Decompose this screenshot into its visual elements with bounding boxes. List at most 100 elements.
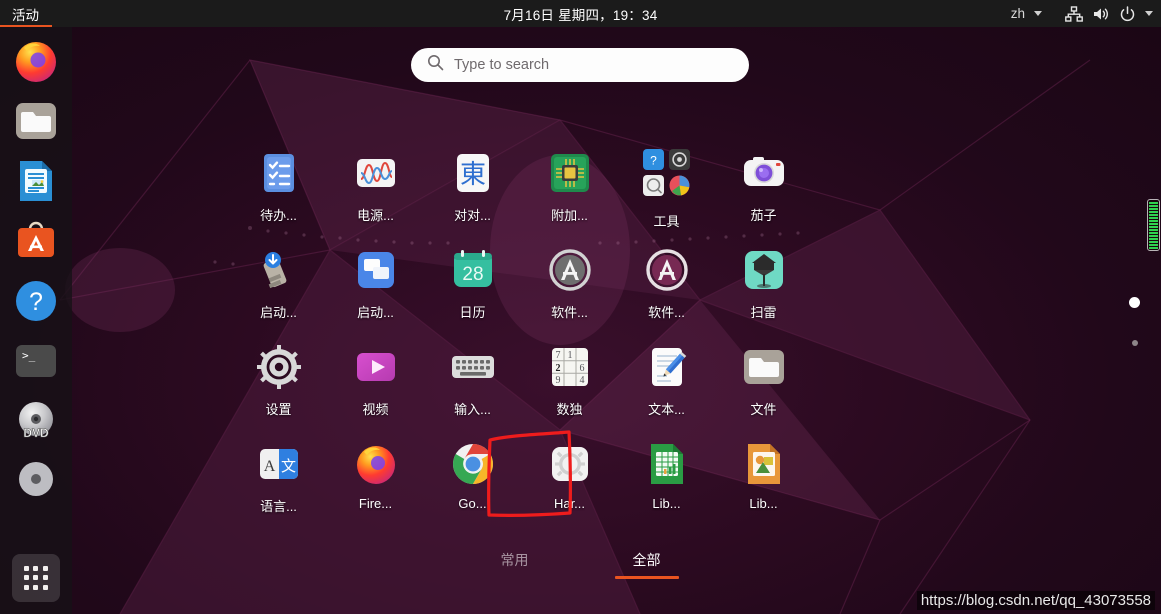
svg-text:東: 東 [459, 160, 485, 190]
app-translator[interactable]: A 文 语言... [230, 434, 327, 531]
svg-text:A: A [263, 458, 275, 475]
app-grid-tabs: 常用 全部 [0, 548, 1161, 579]
svg-text:?: ? [650, 154, 657, 168]
network-icon[interactable] [1065, 5, 1083, 22]
svg-text:>_: >_ [22, 349, 36, 362]
software-a-grey-icon [546, 246, 594, 294]
app-google-chrome[interactable]: Go... [424, 434, 521, 531]
dock-item-ubuntu-software[interactable] [12, 217, 60, 265]
pencil-document-icon [643, 343, 691, 391]
help-icon: ? [642, 149, 664, 170]
search-box[interactable]: Type to search [411, 48, 749, 82]
system-tray: zh [1011, 0, 1153, 27]
firefox-icon [352, 440, 400, 488]
tab-frequent[interactable]: 常用 [483, 548, 547, 579]
svg-text:6: 6 [579, 363, 584, 374]
app-startup-disk-creator[interactable]: 启动... [230, 240, 327, 337]
app-label: 软件... [648, 305, 685, 320]
app-text-editor[interactable]: 文本... [618, 337, 715, 434]
app-sudoku[interactable]: 71 2 6 9 4 数独 [521, 337, 618, 434]
svg-text:?: ? [29, 288, 43, 316]
app-label: Go... [458, 496, 487, 511]
calc-icon [643, 440, 691, 488]
svg-text:7: 7 [555, 350, 560, 361]
software-a-purple-icon [643, 246, 691, 294]
circuit-chip-icon [546, 149, 594, 197]
gear-light-icon [546, 440, 594, 488]
dock-item-files[interactable] [12, 97, 60, 145]
app-todo[interactable]: 待办... [230, 143, 327, 240]
tab-label: 常用 [500, 552, 529, 568]
search-input[interactable]: Type to search [454, 57, 549, 73]
activities-active-indicator [0, 25, 52, 27]
power-icon[interactable] [1119, 5, 1136, 22]
volume-icon[interactable] [1092, 6, 1110, 22]
app-label: 视频 [362, 402, 389, 417]
mine-flag-icon [740, 246, 788, 294]
dock-item-help[interactable]: ? [12, 277, 60, 325]
app-label: 输入... [454, 402, 491, 417]
app-label: Lib... [652, 496, 681, 511]
application-grid: 待办... 电源... 東 对对... 附加... ? 工具 茄子 启动... … [230, 143, 930, 531]
app-label: 语言... [260, 499, 297, 514]
show-applications-button[interactable] [12, 554, 60, 602]
app-mines[interactable]: 扫雷 [715, 240, 812, 337]
app-power-statistics[interactable]: 电源... [327, 143, 424, 240]
app-additional-drivers[interactable]: 附加... [521, 143, 618, 240]
dock-item-dvd-drive[interactable]: DVD [12, 397, 60, 445]
system-menu-chevron-down-icon[interactable] [1145, 11, 1153, 16]
svg-text:1: 1 [567, 350, 572, 361]
app-hardware[interactable]: Har... [521, 434, 618, 531]
svg-text:DVD: DVD [23, 426, 49, 440]
folder-group-icon: ? [642, 149, 691, 197]
windows-blue-icon [352, 246, 400, 294]
app-label: 启动... [357, 305, 394, 320]
disk-usage-pie-icon [669, 175, 690, 196]
page-indicator-inactive[interactable] [1132, 340, 1138, 346]
watermark: https://blog.csdn.net/qq_43073558 [916, 591, 1155, 610]
app-startup-applications[interactable]: 启动... [327, 240, 424, 337]
app-label: 设置 [265, 402, 292, 417]
app-software-updater[interactable]: 软件... [521, 240, 618, 337]
app-nautilus[interactable]: 文件 [715, 337, 812, 434]
app-libreoffice-calc[interactable]: Lib... [618, 434, 715, 531]
svg-text:2: 2 [555, 363, 560, 374]
language-chevron-down-icon[interactable] [1034, 11, 1042, 16]
app-calendar[interactable]: 28 日历 [424, 240, 521, 337]
dock-item-firefox[interactable] [12, 37, 60, 85]
app-videos[interactable]: 视频 [327, 337, 424, 434]
checklist-icon [255, 149, 303, 197]
dock-item-libreoffice-writer[interactable] [12, 157, 60, 205]
chrome-icon [449, 440, 497, 488]
app-settings[interactable]: 设置 [230, 337, 327, 434]
app-input-method[interactable]: 输入... [424, 337, 521, 434]
gear-icon [255, 343, 303, 391]
app-label: 软件... [551, 305, 588, 320]
app-label: 扫雷 [750, 305, 777, 320]
disk-utility-icon [668, 149, 690, 170]
app-label: 茄子 [750, 208, 777, 223]
usb-startup-icon [255, 246, 303, 294]
app-folder-tools[interactable]: ? 工具 [618, 143, 715, 240]
tab-all[interactable]: 全部 [614, 548, 679, 579]
dock-item-disc-drive[interactable] [12, 457, 60, 505]
translate-icon: A 文 [255, 440, 303, 488]
clock[interactable]: 7月16日 星期四，19：34 [0, 4, 1161, 24]
language-indicator[interactable]: zh [1011, 6, 1025, 21]
app-software-center[interactable]: 软件... [618, 240, 715, 337]
level-meter-indicator [1147, 199, 1160, 251]
app-libreoffice-impress[interactable]: Lib... [715, 434, 812, 531]
impress-icon [740, 440, 788, 488]
app-quadrapassel[interactable]: 東 对对... [424, 143, 521, 240]
dock-item-terminal[interactable]: >_ [12, 337, 60, 385]
app-label: 附加... [551, 208, 588, 223]
app-label: 数独 [556, 402, 583, 417]
dock: ? >_ DVD [0, 27, 72, 614]
app-cheese[interactable]: 茄子 [715, 143, 812, 240]
app-label: 启动... [260, 305, 297, 320]
svg-text:9: 9 [555, 375, 560, 386]
folder-icon [740, 343, 788, 391]
app-firefox[interactable]: Fire... [327, 434, 424, 531]
page-indicator-active[interactable] [1129, 297, 1140, 308]
top-bar: 活动 7月16日 星期四，19：34 zh [0, 0, 1161, 27]
